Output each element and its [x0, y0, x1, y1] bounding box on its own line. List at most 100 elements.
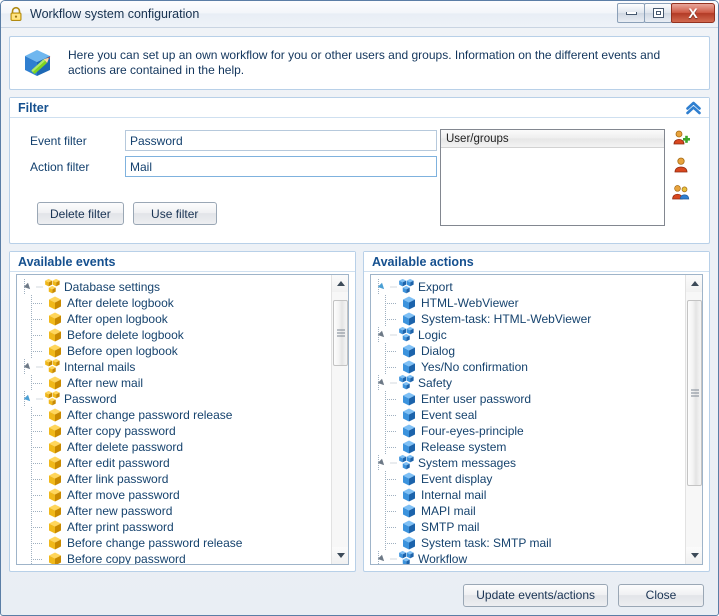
- events-group-node[interactable]: Internal mails: [17, 358, 331, 375]
- actions-group-node[interactable]: Export: [371, 278, 685, 295]
- tree-node-label: Before copy password: [67, 552, 186, 564]
- events-tree-nodes[interactable]: Database settings After delete logbook Aft…: [17, 275, 331, 564]
- events-group-node[interactable]: Password: [17, 390, 331, 407]
- tree-line: [390, 553, 397, 564]
- cube-icon: [401, 519, 417, 535]
- expander-triangle-icon[interactable]: [377, 282, 388, 293]
- filter-collapse-button[interactable]: [683, 99, 703, 117]
- actions-group-node[interactable]: System messages: [371, 454, 685, 471]
- tree-line: [385, 295, 399, 311]
- events-leaf-node[interactable]: After delete logbook: [17, 295, 331, 311]
- actions-leaf-node[interactable]: Internal mail: [371, 487, 685, 503]
- actions-leaf-node[interactable]: MAPI mail: [371, 503, 685, 519]
- events-group-node[interactable]: Database settings: [17, 278, 331, 295]
- actions-group-node[interactable]: Safety: [371, 374, 685, 391]
- actions-leaf-node[interactable]: Dialog: [371, 343, 685, 359]
- events-leaf-node[interactable]: After move password: [17, 487, 331, 503]
- cube-icon: [47, 471, 63, 487]
- events-leaf-node[interactable]: After link password: [17, 471, 331, 487]
- cube-icon: [401, 503, 417, 519]
- user-icon[interactable]: [672, 156, 690, 174]
- events-scrollbar[interactable]: [331, 275, 348, 564]
- actions-leaf-node[interactable]: Event seal: [371, 407, 685, 423]
- tree-line: [36, 393, 43, 405]
- tree-node-label: After move password: [67, 488, 180, 502]
- footer-bar: Update events/actions Close: [1, 575, 718, 615]
- close-window-button[interactable]: X: [671, 3, 715, 23]
- expander-triangle-icon[interactable]: [377, 554, 388, 565]
- actions-leaf-node[interactable]: Yes/No confirmation: [371, 359, 685, 375]
- actions-leaf-node[interactable]: Event display: [371, 471, 685, 487]
- use-filter-button[interactable]: Use filter: [132, 202, 217, 225]
- actions-leaf-node[interactable]: Release system: [371, 439, 685, 455]
- title-bar: Workflow system configuration X: [1, 1, 718, 28]
- expander-triangle-icon[interactable]: [377, 378, 388, 389]
- cube-stack-icon: [398, 278, 414, 295]
- user-group-icon[interactable]: [672, 183, 690, 201]
- actions-group-node[interactable]: Logic: [371, 326, 685, 343]
- cube-icon: [47, 535, 63, 551]
- events-leaf-node[interactable]: After print password: [17, 519, 331, 535]
- tree-line: [385, 503, 399, 519]
- cube-stack-icon: [44, 358, 60, 375]
- close-button[interactable]: Close: [618, 583, 704, 607]
- actions-leaf-node[interactable]: SMTP mail: [371, 519, 685, 535]
- events-leaf-node[interactable]: After new mail: [17, 375, 331, 391]
- events-leaf-node[interactable]: Before copy password: [17, 551, 331, 564]
- actions-leaf-node[interactable]: System task: SMTP mail: [371, 535, 685, 551]
- events-leaf-node[interactable]: After edit password: [17, 455, 331, 471]
- tree-node-label: Release system: [421, 440, 507, 454]
- actions-leaf-node[interactable]: Four-eyes-principle: [371, 423, 685, 439]
- cube-icon: [401, 535, 417, 551]
- expander-triangle-icon[interactable]: [377, 458, 388, 469]
- events-leaf-node[interactable]: After new password: [17, 503, 331, 519]
- tree-node-label: System-task: HTML-WebViewer: [421, 312, 592, 326]
- event-filter-label: Event filter: [30, 133, 87, 148]
- maximize-button[interactable]: [644, 3, 672, 23]
- cube-icon: [47, 407, 63, 423]
- available-events-treeview[interactable]: Database settings After delete logbook Aft…: [16, 274, 349, 565]
- actions-scroll-thumb[interactable]: [687, 299, 702, 486]
- actions-tree-nodes[interactable]: Export HTML-WebViewer System-task: HTML-We…: [371, 275, 685, 564]
- actions-group-node[interactable]: Workflow: [371, 550, 685, 565]
- events-leaf-node[interactable]: After copy password: [17, 423, 331, 439]
- delete-filter-button[interactable]: Delete filter: [37, 202, 124, 225]
- events-leaf-node[interactable]: Before open logbook: [17, 343, 331, 359]
- events-scroll-down-button[interactable]: [332, 547, 348, 564]
- maximize-icon: [652, 8, 664, 18]
- events-leaf-node[interactable]: Before change password release: [17, 535, 331, 551]
- actions-scroll-up-button[interactable]: [686, 275, 702, 292]
- events-scroll-thumb[interactable]: [333, 299, 348, 366]
- minimize-button[interactable]: [617, 3, 645, 23]
- cube-icon: [401, 407, 417, 423]
- action-filter-input[interactable]: [125, 156, 437, 177]
- expander-triangle-icon[interactable]: [23, 362, 34, 373]
- cube-icon: [47, 327, 63, 343]
- user-groups-list[interactable]: User/groups: [440, 129, 665, 226]
- actions-leaf-node[interactable]: HTML-WebViewer: [371, 295, 685, 311]
- expander-triangle-icon[interactable]: [23, 394, 34, 405]
- events-leaf-node[interactable]: After delete password: [17, 439, 331, 455]
- events-leaf-node[interactable]: Before delete logbook: [17, 327, 331, 343]
- actions-leaf-node[interactable]: Enter user password: [371, 391, 685, 407]
- expander-triangle-icon[interactable]: [377, 330, 388, 341]
- tree-node-label: After print password: [67, 520, 174, 534]
- tree-line: [31, 423, 45, 439]
- update-events-actions-button[interactable]: Update events/actions: [463, 583, 608, 607]
- available-actions-treeview[interactable]: Export HTML-WebViewer System-task: HTML-We…: [370, 274, 703, 565]
- events-leaf-node[interactable]: After change password release: [17, 407, 331, 423]
- actions-leaf-node[interactable]: System-task: HTML-WebViewer: [371, 311, 685, 327]
- expander-triangle-icon[interactable]: [23, 282, 34, 293]
- add-user-icon[interactable]: [672, 129, 690, 147]
- event-filter-input[interactable]: [125, 130, 437, 151]
- action-filter-label: Action filter: [30, 159, 90, 174]
- cube-stack-icon: [398, 454, 414, 471]
- cube-icon: [47, 519, 63, 535]
- events-scroll-up-button[interactable]: [332, 275, 348, 292]
- tree-node-label: Internal mails: [64, 360, 136, 374]
- tree-line: [385, 535, 399, 551]
- actions-scrollbar[interactable]: [685, 275, 702, 564]
- triangle-up-icon: [336, 281, 345, 286]
- events-leaf-node[interactable]: After open logbook: [17, 311, 331, 327]
- actions-scroll-down-button[interactable]: [686, 547, 702, 564]
